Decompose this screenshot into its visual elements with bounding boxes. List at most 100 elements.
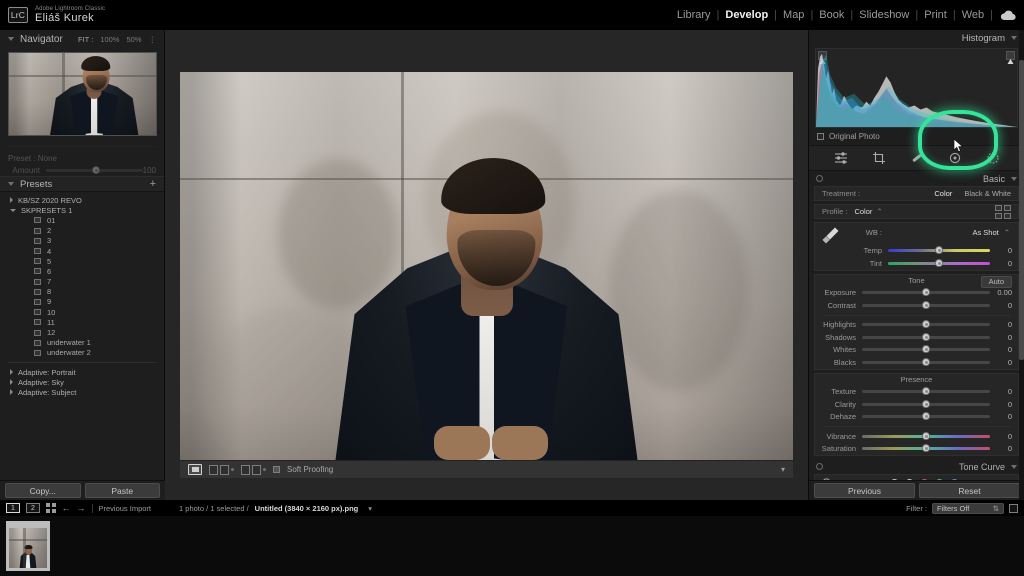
histogram-graph[interactable] (815, 48, 1018, 128)
wb-value[interactable]: As Shot (972, 228, 998, 237)
wb-dropdown-icon[interactable]: ⌃ (1004, 228, 1010, 237)
navigator-header[interactable]: Navigator FIT : 100% 50% ⋮ (0, 30, 164, 48)
spot-removal-icon[interactable] (910, 151, 924, 165)
copy-button[interactable]: Copy... (5, 483, 81, 498)
vibrance-slider-knob[interactable] (922, 431, 930, 440)
texture-slider-knob[interactable] (922, 387, 930, 396)
list-item[interactable]: 12 (0, 327, 164, 337)
whites-slider-knob[interactable] (922, 345, 930, 354)
histogram-header[interactable]: Histogram (809, 30, 1024, 46)
saturation-slider-track[interactable] (862, 444, 990, 453)
preset-amount-row[interactable]: Amount 100 (8, 164, 156, 176)
chevron-down-icon[interactable] (1011, 36, 1017, 40)
before-after-view-icon[interactable] (209, 464, 218, 475)
list-item[interactable]: 6 (0, 266, 164, 276)
preset-group-skpresets[interactable]: SKPRESETS 1 (0, 205, 164, 215)
exposure-slider-track[interactable] (862, 288, 990, 297)
contrast-slider-row[interactable]: Contrast 0 (815, 299, 1018, 312)
profile-value[interactable]: Color (854, 207, 872, 216)
shadows-slider-track[interactable] (862, 332, 990, 341)
module-map[interactable]: Map (777, 9, 810, 21)
temp-slider-knob[interactable] (935, 246, 943, 255)
filter-dropdown[interactable]: Filters Off ⇅ (932, 502, 1004, 514)
saturation-slider-row[interactable]: Saturation 0 (815, 443, 1018, 456)
edit-sliders-icon[interactable] (834, 151, 848, 165)
contrast-slider-knob[interactable] (922, 300, 930, 309)
filmstrip[interactable] (0, 516, 1024, 576)
module-library[interactable]: Library (671, 9, 717, 21)
module-slideshow[interactable]: Slideshow (853, 9, 915, 21)
identity-plate[interactable]: LrC Adobe Lightroom Classic Eliáš Kurek (0, 6, 105, 25)
plus-icon[interactable]: + (150, 178, 156, 190)
zoom-50-button[interactable]: 50% (126, 35, 141, 44)
list-item[interactable]: 10 (0, 307, 164, 317)
texture-slider-track[interactable] (862, 387, 990, 396)
blacks-slider-track[interactable] (862, 357, 990, 366)
screen-1-button[interactable]: 1 (6, 503, 20, 513)
blacks-slider-row[interactable]: Blacks 0 (815, 356, 1018, 369)
amount-slider-knob[interactable] (92, 165, 101, 174)
white-balance-eyedropper-icon[interactable] (821, 225, 841, 247)
crop-overlay-icon[interactable] (872, 151, 886, 165)
preset-group-kbsz[interactable]: KB/SZ 2020 REVO (0, 195, 164, 205)
zoom-fit-button[interactable]: FIT : (78, 35, 93, 44)
chevron-down-icon[interactable] (10, 208, 16, 212)
profile-dropdown-icon[interactable]: ⌃ (876, 207, 882, 216)
source-label[interactable]: Previous Import (99, 504, 152, 513)
profile-browser-icon[interactable] (995, 204, 1011, 219)
highlights-slider-knob[interactable] (922, 320, 930, 329)
basic-section-header[interactable]: Basic (809, 171, 1024, 186)
vibrance-slider-track[interactable] (862, 431, 990, 440)
view-options-icon[interactable] (231, 468, 234, 471)
tint-slider-knob[interactable] (935, 258, 943, 267)
exposure-slider-knob[interactable] (922, 288, 930, 297)
screen-2-button[interactable]: 2 (26, 503, 40, 513)
shadows-slider-knob[interactable] (922, 332, 930, 341)
current-filename[interactable]: Untitled (3840 × 2160 px).png (255, 504, 359, 513)
original-photo-row[interactable]: Original Photo (809, 128, 1024, 145)
chevron-down-icon[interactable] (8, 37, 14, 41)
presets-list[interactable]: KB/SZ 2020 REVO SKPRESETS 1 01 2 3 4 5 6… (0, 192, 164, 397)
paste-button[interactable]: Paste (84, 483, 160, 498)
previous-button[interactable]: Previous (814, 483, 915, 498)
clarity-slider-knob[interactable] (922, 399, 930, 408)
dehaze-slider-track[interactable] (862, 412, 990, 421)
chevron-down-icon[interactable] (1011, 464, 1017, 469)
tone-curve-section-header[interactable]: Tone Curve (809, 459, 1024, 474)
tint-slider-row[interactable]: Tint 0 (841, 257, 1018, 270)
temp-slider-track[interactable] (888, 246, 990, 255)
zoom-100-button[interactable]: 100% (100, 35, 119, 44)
whites-slider-track[interactable] (862, 345, 990, 354)
treatment-bw-button[interactable]: Black & White (964, 189, 1011, 198)
vibrance-slider-row[interactable]: Vibrance 0 (815, 430, 1018, 443)
list-item[interactable]: 01 (0, 215, 164, 225)
chevron-down-icon[interactable] (1011, 176, 1017, 181)
highlights-slider-track[interactable] (862, 320, 990, 329)
module-book[interactable]: Book (813, 9, 850, 21)
cloud-icon[interactable] (1000, 10, 1016, 21)
forward-arrow-icon[interactable]: → (77, 503, 86, 513)
zoom-more-icon[interactable]: ⋮ (149, 35, 157, 44)
navigator-thumbnail[interactable] (8, 52, 157, 136)
module-web[interactable]: Web (956, 9, 990, 21)
chevron-right-icon[interactable] (10, 379, 13, 386)
dehaze-slider-knob[interactable] (922, 412, 930, 421)
original-photo-checkbox[interactable] (817, 133, 824, 140)
tint-slider-track[interactable] (888, 258, 990, 267)
back-arrow-icon[interactable]: ← (62, 503, 71, 513)
loupe-photo[interactable] (180, 72, 793, 466)
contrast-slider-track[interactable] (862, 300, 990, 309)
filename-dropdown-icon[interactable]: ▾ (368, 504, 372, 513)
chevron-down-icon[interactable] (8, 182, 14, 186)
list-item[interactable]: 4 (0, 246, 164, 256)
highlights-slider-row[interactable]: Highlights 0 (815, 319, 1018, 332)
basic-panel-switch-icon[interactable] (816, 175, 823, 182)
clarity-slider-row[interactable]: Clarity 0 (815, 398, 1018, 411)
list-item[interactable]: 3 (0, 236, 164, 246)
tone-curve-panel-switch-icon[interactable] (816, 463, 823, 470)
list-item[interactable]: 11 (0, 317, 164, 327)
list-item[interactable]: 7 (0, 277, 164, 287)
blacks-slider-knob[interactable] (922, 357, 930, 366)
module-develop[interactable]: Develop (719, 9, 774, 21)
reset-button[interactable]: Reset (919, 483, 1020, 498)
